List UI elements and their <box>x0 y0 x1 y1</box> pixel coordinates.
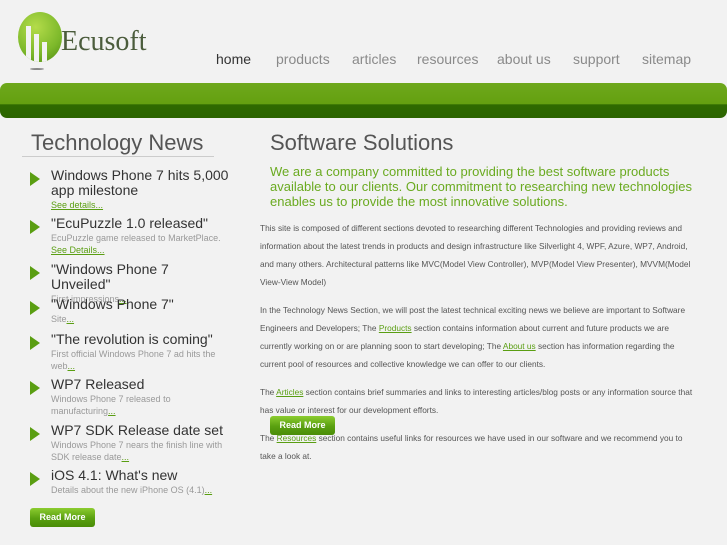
news-heading: Technology News <box>31 130 204 155</box>
arrow-icon <box>30 301 40 315</box>
news-link[interactable]: See details... <box>51 200 103 210</box>
arrow-icon <box>30 427 40 441</box>
about-us-link[interactable]: About us <box>503 341 536 351</box>
paragraph: In the Technology News Section, we will … <box>260 301 700 373</box>
news-item: "EcuPuzzle 1.0 released" EcuPuzzle game r… <box>30 216 230 256</box>
news-item: WP7 Released Windows Phone 7 released to … <box>30 377 230 417</box>
solutions-read-more-button[interactable]: Read More <box>270 416 335 435</box>
news-read-more-button[interactable]: Read More <box>30 508 95 527</box>
news-link[interactable]: ... <box>205 485 213 495</box>
nav-about-us[interactable]: about us <box>497 51 551 67</box>
news-desc-text: EcuPuzzle game released to MarketPlace. <box>51 233 221 243</box>
nav-sitemap[interactable]: sitemap <box>642 51 691 67</box>
news-desc: First official Windows Phone 7 ad hits t… <box>51 348 230 372</box>
news-desc: See details... <box>51 199 230 211</box>
solutions-heading: Software Solutions <box>270 130 454 155</box>
green-banner <box>0 83 727 118</box>
news-title[interactable]: "EcuPuzzle 1.0 released" <box>51 216 230 231</box>
logo-icon[interactable] <box>18 12 62 62</box>
news-desc: Site... <box>51 313 230 325</box>
products-link[interactable]: Products <box>379 323 412 333</box>
news-desc-text: First official Windows Phone 7 ad hits t… <box>51 349 216 371</box>
body-text: This site is composed of different secti… <box>260 219 700 475</box>
news-title[interactable]: iOS 4.1: What's new <box>51 468 230 483</box>
news-desc-text: Details about the new iPhone OS (4.1) <box>51 485 205 495</box>
arrow-icon <box>30 472 40 486</box>
news-item: iOS 4.1: What's new Details about the new… <box>30 468 230 496</box>
news-desc: Windows Phone 7 nears the finish line wi… <box>51 439 230 463</box>
logo-shadow <box>30 68 44 70</box>
nav-products[interactable]: products <box>276 51 330 67</box>
news-item: Windows Phone 7 hits 5,000 app milestone… <box>30 168 230 211</box>
nav-resources[interactable]: resources <box>417 51 478 67</box>
news-link[interactable]: ... <box>122 452 130 462</box>
text: section contains brief summaries and lin… <box>260 387 693 415</box>
paragraph: The Articles section contains brief summ… <box>260 383 700 419</box>
news-title[interactable]: "Windows Phone 7" <box>51 297 230 312</box>
brand-name[interactable]: Ecusoft <box>61 26 147 58</box>
arrow-icon <box>30 381 40 395</box>
news-item: "The revolution is coming" First official… <box>30 332 230 372</box>
news-title[interactable]: Windows Phone 7 hits 5,000 app milestone <box>51 168 230 198</box>
news-desc: Windows Phone 7 released to manufacturin… <box>51 393 230 417</box>
news-link[interactable]: ... <box>67 314 75 324</box>
nav-support[interactable]: support <box>573 51 620 67</box>
intro-text: We are a company committed to providing … <box>270 164 692 209</box>
arrow-icon <box>30 336 40 350</box>
arrow-icon <box>30 172 40 186</box>
articles-link[interactable]: Articles <box>276 387 303 397</box>
paragraph: This site is composed of different secti… <box>260 223 691 287</box>
news-link[interactable]: ... <box>68 361 76 371</box>
news-desc: EcuPuzzle game released to MarketPlace. … <box>51 232 230 256</box>
arrow-icon <box>30 220 40 234</box>
news-link[interactable]: ... <box>108 406 116 416</box>
text: section contains useful links for resour… <box>260 433 683 461</box>
news-desc-text: Windows Phone 7 nears the finish line wi… <box>51 440 223 462</box>
news-title[interactable]: WP7 Released <box>51 377 230 392</box>
news-desc-text: Site <box>51 314 67 324</box>
news-desc: Details about the new iPhone OS (4.1)... <box>51 484 230 496</box>
arrow-icon <box>30 266 40 280</box>
news-link[interactable]: See Details... <box>51 245 105 255</box>
nav-home[interactable]: home <box>216 51 251 67</box>
nav-articles[interactable]: articles <box>352 51 396 67</box>
news-title[interactable]: "Windows Phone 7 Unveiled" <box>51 262 230 292</box>
news-item: "Windows Phone 7" Site... <box>30 297 230 325</box>
divider <box>22 156 214 157</box>
news-item: WP7 SDK Release date set Windows Phone 7 … <box>30 423 230 463</box>
text: The <box>260 387 277 397</box>
news-title[interactable]: WP7 SDK Release date set <box>51 423 230 438</box>
news-title[interactable]: "The revolution is coming" <box>51 332 230 347</box>
